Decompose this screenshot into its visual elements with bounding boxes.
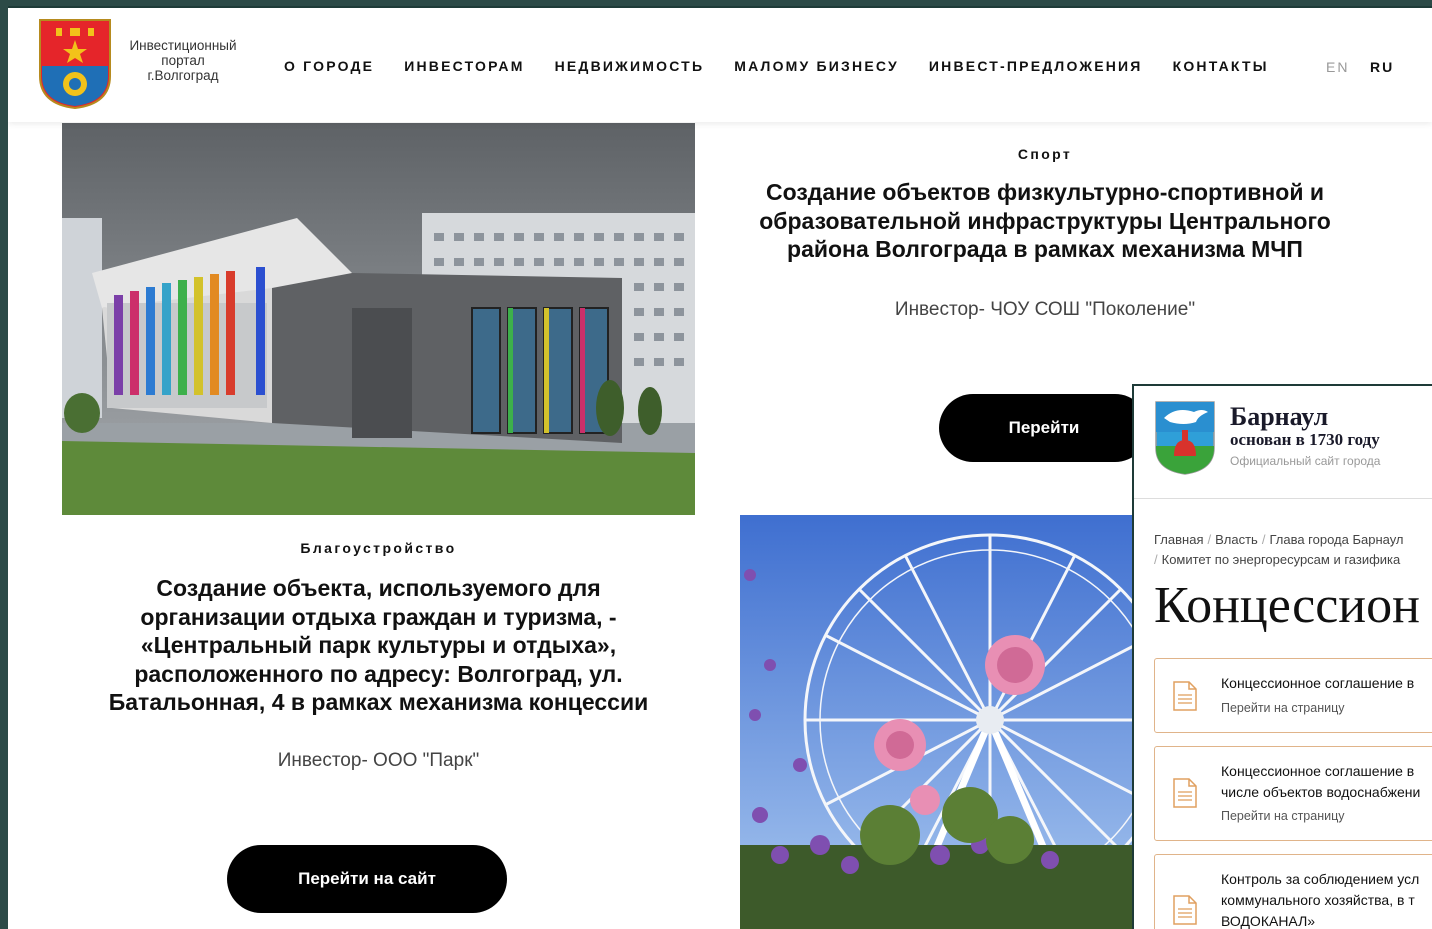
park-category-label: Благоустройство <box>300 540 457 556</box>
site-header: Инвестиционный портал г.Волгоград О ГОРО… <box>8 8 1432 122</box>
logo-line-2: портал <box>161 53 205 68</box>
breadcrumb-separator: / <box>1261 532 1266 547</box>
item-1-title: Концессионное соглашение в <box>1221 675 1415 691</box>
barnaul-official-site-text: Официальный сайт города <box>1230 454 1381 468</box>
barnaul-coat-of-arms-icon[interactable] <box>1154 400 1216 476</box>
nav-about-city[interactable]: О ГОРОДЕ <box>284 58 374 74</box>
sport-go-button[interactable]: Перейти <box>939 394 1149 462</box>
nav-contacts[interactable]: КОНТАКТЫ <box>1173 58 1269 74</box>
nav-real-estate[interactable]: НЕДВИЖИМОСТЬ <box>555 58 705 74</box>
sport-investor-text: Инвестор- ЧОУ СОШ "Поколение" <box>894 299 1196 320</box>
item-2-link[interactable]: Перейти на страницу <box>1221 809 1345 823</box>
sport-title-line-1: Создание объектов физкультурно-спортивно… <box>766 179 1324 205</box>
breadcrumb-home[interactable]: Главная <box>1154 532 1203 547</box>
breadcrumb: Главная / Власть / Глава города Барнаул / Ком… <box>1154 530 1404 570</box>
park-title-line-1: Создание объекта, используемого для <box>156 575 601 601</box>
logo-line-1: Инвестиционный <box>129 38 237 53</box>
breadcrumb-separator: / <box>1207 532 1212 547</box>
park-title-line-3: «Центральный парк культуры и отдыха», <box>140 632 617 658</box>
document-icon <box>1173 895 1197 925</box>
breadcrumb-energy-committee[interactable]: Комитет по энергоресурсам и газифика <box>1162 552 1401 567</box>
park-go-to-site-button[interactable]: Перейти на сайт <box>227 845 507 913</box>
document-icon <box>1173 681 1197 711</box>
barnaul-site-window: Барнаул основан в 1730 году Официальный … <box>1132 384 1432 929</box>
sport-card-title[interactable]: Создание объектов физкультурно-спортивно… <box>740 178 1350 264</box>
logo-line-3: г.Волгоград <box>147 68 219 83</box>
volgograd-coat-of-arms-icon[interactable] <box>38 18 112 110</box>
concession-item-2[interactable]: Концессионное соглашение в числе объекто… <box>1154 746 1432 841</box>
park-title-line-4: расположенного по адресу: Волгоград, ул. <box>134 660 623 687</box>
nav-invest-offers[interactable]: ИНВЕСТ-ПРЕДЛОЖЕНИЯ <box>929 58 1143 74</box>
lang-en-link[interactable]: EN <box>1326 59 1349 75</box>
item-2-title-line-2: числе объектов водоснабжени <box>1221 784 1421 800</box>
item-3-title-line-3: ВОДОКАНАЛ» <box>1221 913 1316 929</box>
ferris-wheel-photo[interactable] <box>740 515 1140 929</box>
nav-small-business[interactable]: МАЛОМУ БИЗНЕСУ <box>734 58 899 74</box>
park-investor-text: Инвестор- ООО "Парк" <box>277 750 480 771</box>
park-title-line-5: Батальонная, 4 в рамках механизма концес… <box>108 689 649 715</box>
barnaul-header: Барнаул основан в 1730 году Официальный … <box>1134 386 1432 499</box>
document-icon <box>1173 778 1197 808</box>
park-card-title[interactable]: Создание объекта, используемого для орга… <box>62 574 695 717</box>
concession-item-1[interactable]: Концессионное соглашение в Перейти на ст… <box>1154 658 1432 733</box>
item-3-title-line-2: коммунального хозяйства, в т <box>1221 892 1415 908</box>
breadcrumb-power[interactable]: Власть <box>1215 532 1258 547</box>
sport-title-line-3: района Волгограда в рамках механизма МЧП <box>787 236 1303 262</box>
item-1-link[interactable]: Перейти на страницу <box>1221 701 1345 715</box>
barnaul-founded-text: основан в 1730 году <box>1230 430 1380 449</box>
item-2-title-line-1: Концессионное соглашение в <box>1221 763 1415 779</box>
nav-investors[interactable]: ИНВЕСТОРАМ <box>404 58 524 74</box>
barnaul-city-name[interactable]: Барнаул <box>1230 402 1328 432</box>
park-title-line-2: организации отдыха граждан и туризма, - <box>140 603 617 630</box>
concession-item-3[interactable]: Контроль за соблюдением усл коммунальног… <box>1154 854 1432 929</box>
sport-title-line-2: образовательной инфраструктуры Центральн… <box>759 207 1331 234</box>
breadcrumb-separator: / <box>1154 552 1158 567</box>
item-3-title-line-1: Контроль за соблюдением усл <box>1221 871 1420 887</box>
main-nav: О ГОРОДЕ ИНВЕСТОРАМ НЕДВИЖИМОСТЬ МАЛОМУ … <box>284 58 1299 74</box>
breadcrumb-city-head[interactable]: Глава города Барнаул <box>1269 532 1403 547</box>
portal-logo-text[interactable]: Инвестиционный портал г.Волгоград <box>120 38 246 83</box>
page-title: Концессион <box>1154 577 1420 634</box>
lang-ru-link[interactable]: RU <box>1370 59 1394 75</box>
arena-building-photo[interactable] <box>62 123 695 515</box>
sport-category-label: Спорт <box>1017 146 1073 162</box>
